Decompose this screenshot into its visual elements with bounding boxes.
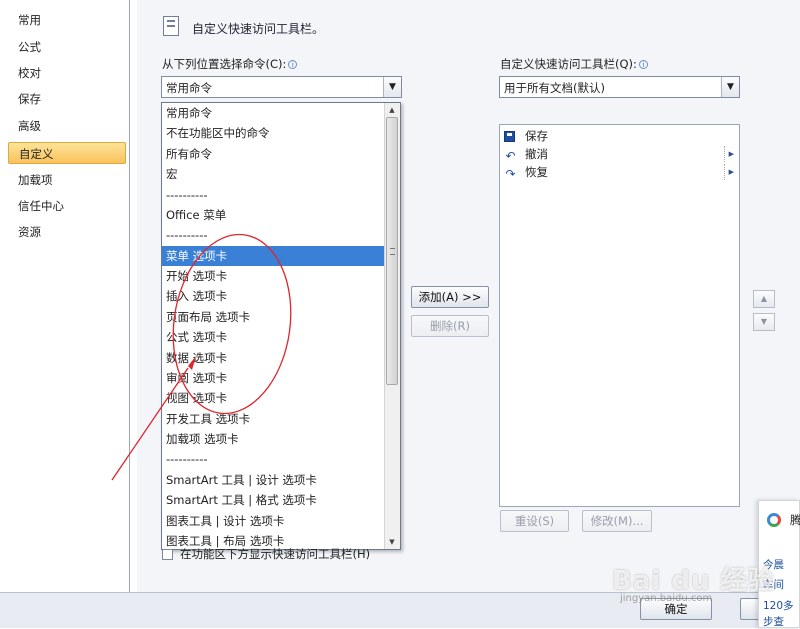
annotation-arrow-head	[188, 356, 196, 370]
baidu-watermark-url: jingyan.baidu.com	[620, 593, 713, 604]
annotation-arrow-line	[111, 367, 189, 481]
notification-line: 步查	[763, 616, 784, 628]
baidu-watermark: Bai du 经验	[612, 566, 775, 596]
red-annotation	[111, 233, 292, 481]
notification-title: 腾	[790, 513, 800, 527]
qq-browser-logo-icon	[767, 513, 781, 527]
notification-line: 120多	[763, 600, 794, 612]
annotation-circle	[172, 233, 292, 415]
